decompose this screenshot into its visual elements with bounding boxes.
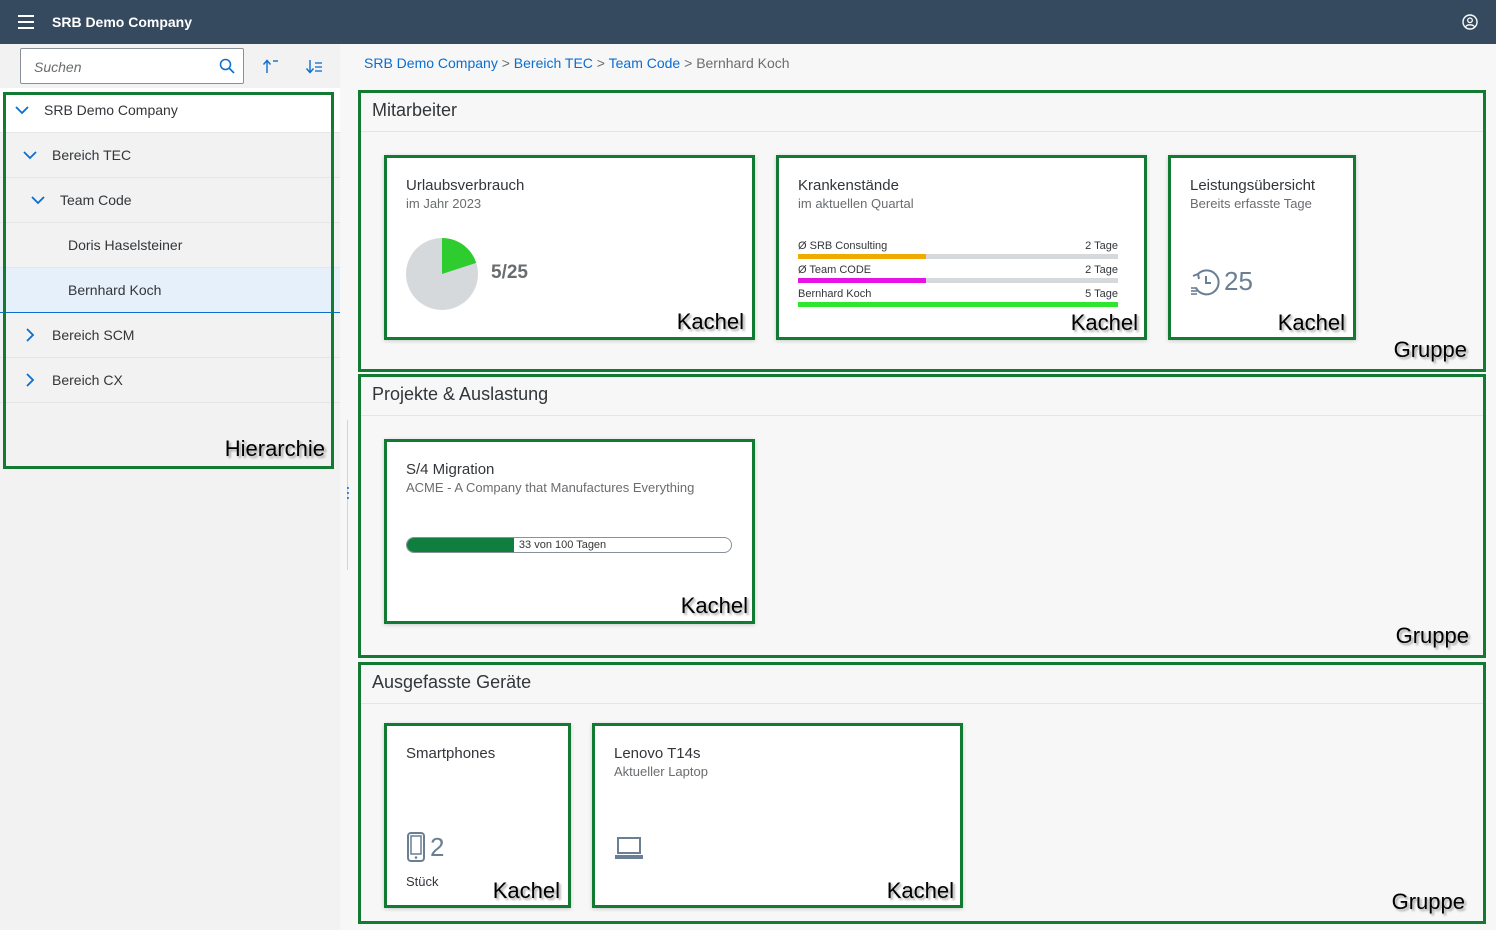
hierarchy-annotation: Hierarchie: [224, 436, 325, 461]
group-projekte: Projekte & Auslastung S/4 Migration ACME…: [358, 374, 1486, 658]
smartphones-count: 2: [430, 832, 445, 862]
tile-annotation: Kachel: [492, 878, 560, 903]
tile-smartphones[interactable]: Smartphones 2 Stück Kachel: [384, 723, 571, 908]
sick-bar-row: Bernhard Koch 5 Tage: [798, 288, 1118, 308]
tile-annotation: Kachel: [886, 878, 954, 903]
group-title: Mitarbeiter: [372, 100, 458, 120]
progress-text: 33 von 100 Tagen: [518, 539, 607, 551]
sort-ascending-icon[interactable]: [260, 56, 280, 76]
hierarchy-annotation-frame: Hierarchie: [3, 92, 334, 469]
sick-bar-label: Bernhard Koch: [798, 288, 872, 300]
tile-subtitle: im aktuellen Quartal: [798, 196, 914, 211]
search-input[interactable]: Suchen: [20, 48, 244, 84]
tile-subtitle: ACME - A Company that Manufactures Every…: [406, 480, 695, 495]
tile-title: Urlaubsverbrauch: [406, 177, 525, 194]
tile-annotation: Kachel: [676, 309, 744, 334]
tile-krankenstaende[interactable]: Krankenstände im aktuellen Quartal Ø SRB…: [776, 155, 1147, 340]
search-icon[interactable]: [219, 58, 235, 74]
breadcrumb-link[interactable]: Team Code: [609, 55, 681, 71]
tile-annotation: Kachel: [1070, 310, 1138, 335]
tile-subtitle: im Jahr 2023: [406, 196, 482, 211]
sick-bar-value: 2 Tage: [1085, 240, 1118, 252]
smartphone-icon: [407, 832, 425, 862]
group-annotation: Gruppe: [1395, 623, 1469, 648]
tile-title: Lenovo T14s: [614, 745, 701, 762]
tile-leistungsuebersicht[interactable]: Leistungsübersicht Bereits erfasste Tage…: [1168, 155, 1356, 340]
tile-subtitle: Bereits erfasste Tage: [1190, 196, 1312, 211]
tile-title: Krankenstände: [798, 177, 899, 194]
pane-splitter[interactable]: [346, 420, 350, 570]
breadcrumb-link[interactable]: SRB Demo Company: [364, 55, 498, 71]
group-annotation: Gruppe: [1391, 889, 1465, 914]
breadcrumb-current: Bernhard Koch: [696, 55, 790, 71]
app-title: SRB Demo Company: [52, 14, 193, 30]
group-annotation: Gruppe: [1393, 337, 1467, 362]
sick-bar-fill: [798, 254, 926, 259]
tile-s4-migration[interactable]: S/4 Migration ACME - A Company that Manu…: [384, 439, 755, 624]
hamburger-menu-icon[interactable]: [18, 15, 34, 29]
group-mitarbeiter: Mitarbeiter Urlaubsverbrauch im Jahr 202…: [358, 90, 1486, 372]
smartphones-unit: Stück: [406, 874, 439, 889]
sick-bar-fill: [798, 278, 926, 283]
user-profile-icon[interactable]: [1462, 14, 1478, 30]
group-geraete: Ausgefasste Geräte Smartphones 2 Stück K…: [358, 662, 1486, 924]
breadcrumb-separator: >: [684, 55, 693, 71]
sick-bar-label: Ø SRB Consulting: [798, 240, 888, 252]
sort-descending-icon[interactable]: [304, 56, 324, 76]
grip-icon: [347, 487, 349, 499]
vacation-pie-chart: [406, 238, 478, 310]
breadcrumb: SRB Demo Company > Bereich TEC > Team Co…: [364, 55, 790, 71]
sick-bar-value: 2 Tage: [1085, 264, 1118, 276]
shell-bar: SRB Demo Company: [0, 0, 1496, 44]
tile-lenovo-t14s[interactable]: Lenovo T14s Aktueller Laptop Kachel: [592, 723, 963, 908]
sick-bar-row: Ø Team CODE 2 Tage: [798, 264, 1118, 284]
tile-title: Smartphones: [406, 745, 496, 762]
performance-value: 25: [1224, 266, 1253, 296]
vacation-value: 5/25: [491, 262, 528, 283]
breadcrumb-link[interactable]: Bereich TEC: [514, 55, 593, 71]
project-progress-bar: 33 von 100 Tagen: [406, 537, 732, 553]
sick-bar-label: Ø Team CODE: [798, 264, 872, 276]
tile-title: Leistungsübersicht: [1190, 177, 1316, 194]
sick-bar-row: Ø SRB Consulting 2 Tage: [798, 240, 1118, 260]
history-icon: [1191, 269, 1220, 296]
tile-title: S/4 Migration: [406, 461, 495, 478]
sick-bar-value: 5 Tage: [1085, 288, 1118, 300]
tile-subtitle: Aktueller Laptop: [614, 764, 708, 779]
breadcrumb-separator: >: [596, 55, 605, 71]
tile-annotation: Kachel: [1277, 310, 1345, 335]
breadcrumb-separator: >: [501, 55, 510, 71]
search-placeholder: Suchen: [34, 59, 82, 75]
group-title: Ausgefasste Geräte: [372, 672, 532, 692]
tile-annotation: Kachel: [680, 593, 748, 618]
group-title: Projekte & Auslastung: [372, 384, 549, 404]
sick-bar-fill: [798, 302, 1118, 307]
tile-urlaubsverbrauch[interactable]: Urlaubsverbrauch im Jahr 2023 5/25 Kache…: [384, 155, 755, 340]
laptop-icon: [615, 837, 643, 859]
progress-fill: [407, 538, 514, 552]
